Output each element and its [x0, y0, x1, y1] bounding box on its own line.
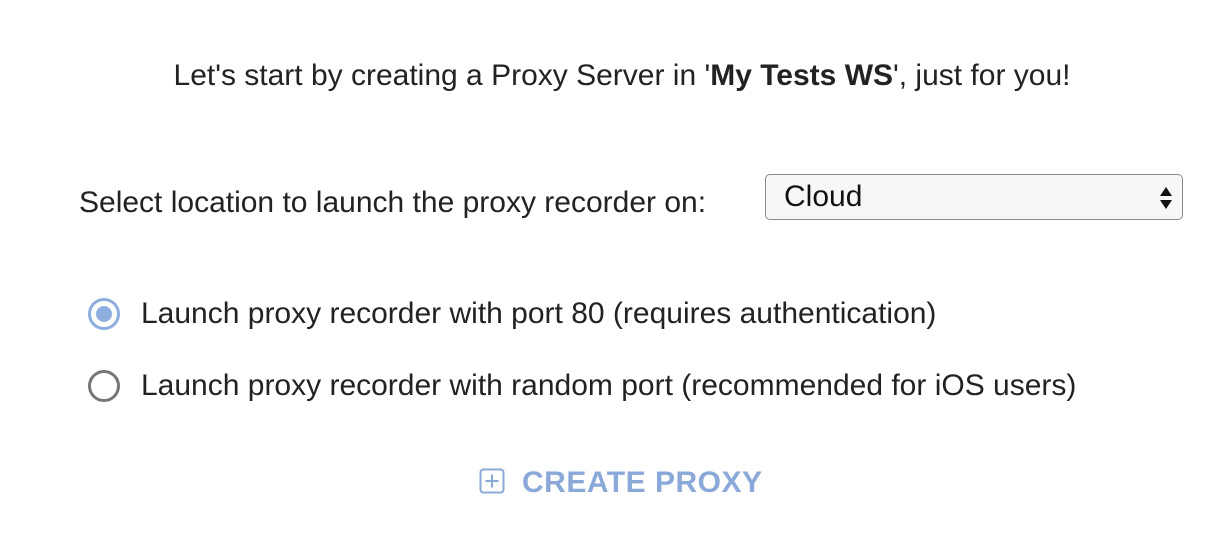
location-select-value: Cloud — [784, 180, 863, 213]
location-label: Select location to launch the proxy reco… — [79, 186, 707, 219]
create-proxy-panel: Let's start by creating a Proxy Server i… — [0, 0, 1224, 542]
location-row: Select location to launch the proxy reco… — [79, 174, 1183, 222]
create-proxy-label: CREATE PROXY — [522, 466, 763, 499]
option-port-80-label: Launch proxy recorder with port 80 (requ… — [141, 297, 937, 330]
plus-square-icon — [479, 468, 505, 494]
option-port-80[interactable]: Launch proxy recorder with port 80 (requ… — [88, 294, 936, 334]
intro-suffix: ', just for you! — [893, 59, 1071, 92]
radio-port-80[interactable] — [88, 298, 120, 330]
create-proxy-button[interactable]: CREATE PROXY — [479, 460, 762, 506]
workspace-name: My Tests WS — [710, 59, 894, 92]
option-random-port-label: Launch proxy recorder with random port (… — [141, 369, 1077, 402]
select-arrows-icon — [1160, 187, 1172, 209]
option-random-port[interactable]: Launch proxy recorder with random port (… — [88, 366, 1076, 406]
location-select[interactable]: Cloud — [765, 174, 1183, 220]
intro-text: Let's start by creating a Proxy Server i… — [0, 56, 1224, 96]
intro-prefix: Let's start by creating a Proxy Server i… — [173, 59, 711, 92]
radio-random-port[interactable] — [88, 370, 120, 402]
